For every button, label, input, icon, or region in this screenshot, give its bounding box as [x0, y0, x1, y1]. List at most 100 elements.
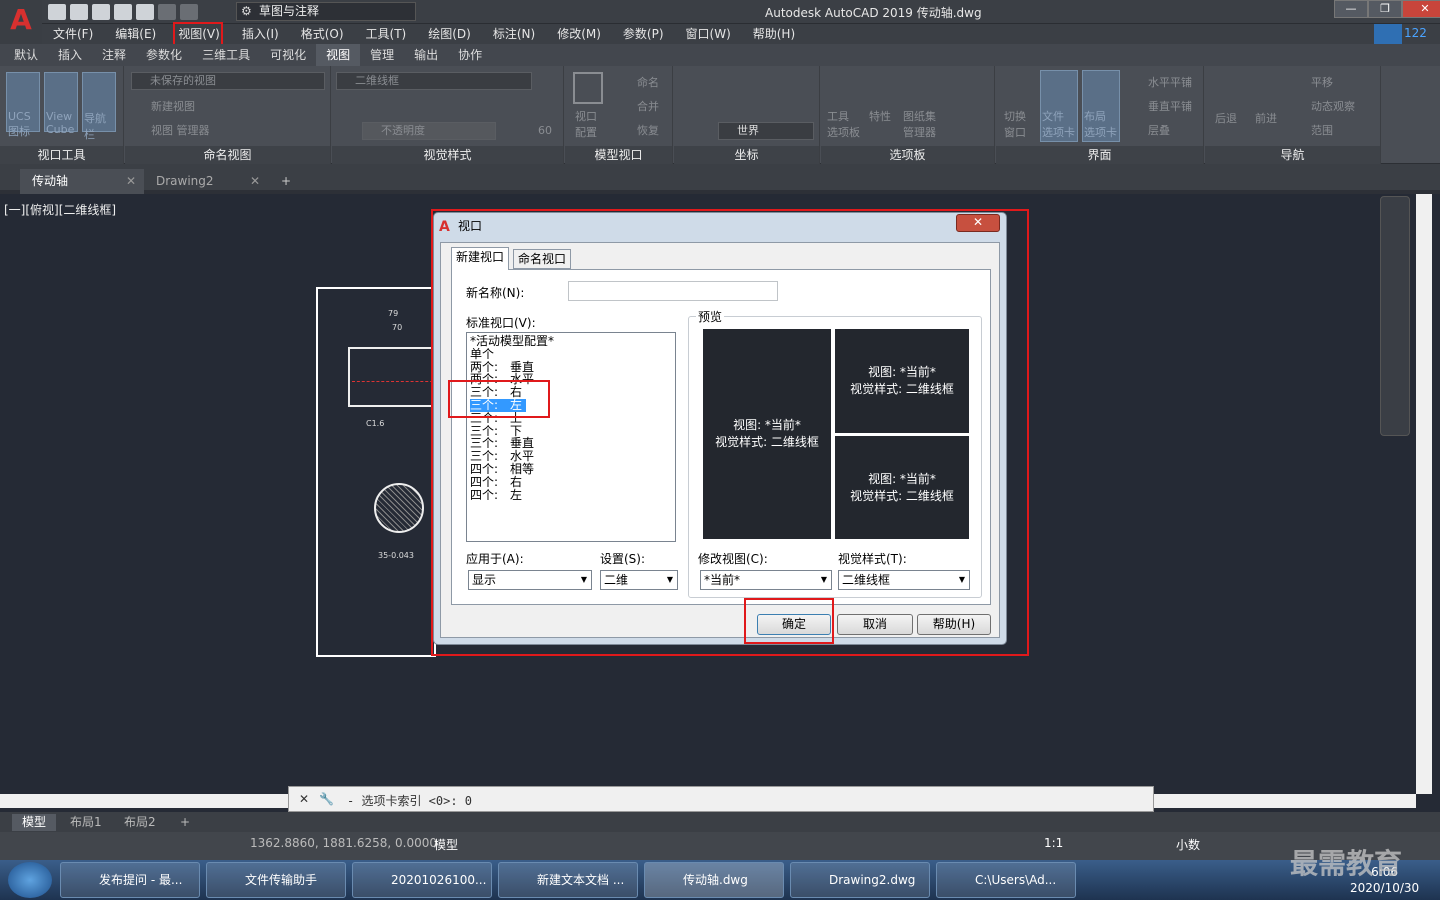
name-viewport-button[interactable]: 命名 [637, 74, 659, 90]
list-item[interactable]: 四个: 相等 [470, 463, 672, 476]
tab-collaborate[interactable]: 协作 [448, 44, 492, 66]
pan-button[interactable]: 平移 [1311, 74, 1333, 90]
back-button[interactable]: 后退 [1215, 110, 1237, 126]
apply-to-dropdown[interactable]: 显示 [468, 570, 592, 590]
add-layout-icon[interactable]: + [170, 814, 200, 831]
tab-manage[interactable]: 管理 [360, 44, 404, 66]
menu-dimension[interactable]: 标注(N) [482, 24, 546, 44]
new-name-input[interactable] [568, 281, 778, 301]
new-file-icon[interactable] [48, 4, 66, 20]
opacity-slider[interactable]: 不透明度 [362, 122, 496, 140]
tab-parametric[interactable]: 参数化 [136, 44, 192, 66]
units-dropdown[interactable]: 小数 [1176, 836, 1200, 853]
named-view-combo[interactable]: 未保存的视图 [131, 72, 325, 90]
wrench-icon[interactable]: 🔧 [319, 792, 334, 806]
doc-tab-shaft[interactable]: 传动轴 ✕ [20, 169, 144, 194]
menu-draw[interactable]: 绘图(D) [417, 24, 482, 44]
close-icon[interactable]: ✕ [250, 169, 260, 194]
print-icon[interactable] [136, 4, 154, 20]
visual-style-dropdown[interactable]: 二维线框 [838, 570, 970, 590]
minimize-icon[interactable]: — [1334, 0, 1368, 18]
task-autocad-drawing2[interactable]: Drawing2.dwg [790, 862, 930, 898]
ok-button[interactable]: 确定 [757, 614, 831, 635]
task-notepad[interactable]: 新建文本文档 ... [498, 862, 638, 898]
close-icon[interactable]: ✕ [1402, 0, 1440, 18]
menu-parametric[interactable]: 参数(P) [612, 24, 675, 44]
restore-icon[interactable]: ❐ [1368, 0, 1402, 18]
model-space-button[interactable]: 模型 [434, 836, 458, 853]
tile-horizontal-button[interactable]: 水平平铺 [1148, 74, 1192, 90]
panel-label[interactable]: 视口工具 [0, 146, 123, 164]
help-button[interactable]: 帮助(H) [917, 614, 991, 635]
menu-view[interactable]: 视图(V) [167, 24, 231, 44]
cloud-icon[interactable] [1374, 24, 1402, 44]
setup-dropdown[interactable]: 二维 [600, 570, 678, 590]
preview-pane-bottom-right[interactable]: 视图: *当前* 视觉样式: 二维线框 [834, 435, 970, 540]
forward-button[interactable]: 前进 [1255, 110, 1277, 126]
standard-viewports-list[interactable]: *活动模型配置* 单个 两个: 垂直 两个: 水平 三个: 右 三个: 左 三个… [466, 332, 676, 542]
doc-tab-drawing2[interactable]: Drawing2 ✕ [144, 169, 268, 194]
open-file-icon[interactable] [70, 4, 88, 20]
menu-help[interactable]: 帮助(H) [742, 24, 806, 44]
command-prompt[interactable]: - 选项卡索引 <0>: 0 [347, 792, 472, 809]
undo-icon[interactable] [158, 4, 176, 20]
view-manager-button[interactable]: 视图 管理器 [151, 122, 210, 138]
navigation-bar[interactable] [1380, 196, 1410, 436]
annotation-scale[interactable]: 1:1 [1044, 836, 1063, 850]
menu-tools[interactable]: 工具(T) [355, 24, 418, 44]
cancel-button[interactable]: 取消 [837, 614, 913, 635]
close-icon[interactable]: ✕ [126, 169, 136, 194]
tab-output[interactable]: 输出 [404, 44, 448, 66]
menu-file[interactable]: 文件(F) [42, 24, 104, 44]
tile-vertical-button[interactable]: 垂直平铺 [1148, 98, 1192, 114]
new-tab-icon[interactable]: + [274, 169, 298, 194]
new-view-button[interactable]: 新建视图 [151, 98, 195, 114]
tab-new-viewports[interactable]: 新建视口 [451, 247, 510, 270]
ucs-combo[interactable]: 世界 [718, 122, 814, 140]
sheetset-button[interactable]: 图纸集 管理器 [903, 108, 943, 140]
list-item[interactable]: 单个 [470, 347, 672, 361]
list-item[interactable]: *活动模型配置* [470, 335, 672, 348]
app-logo-button[interactable]: A [0, 0, 42, 44]
restore-viewport-button[interactable]: 恢复 [637, 122, 659, 138]
layout-tab-2[interactable]: 布局2 [114, 814, 166, 831]
preview-pane-left[interactable]: 视图: *当前* 视觉样式: 二维线框 [702, 328, 832, 540]
properties-button[interactable]: 特性 [869, 108, 891, 124]
task-ie[interactable]: 发布提问 - 最... [60, 862, 200, 898]
save-as-icon[interactable] [114, 4, 132, 20]
task-video[interactable]: 20201026100... [352, 862, 492, 898]
tab-view[interactable]: 视图 [316, 44, 361, 66]
cascade-button[interactable]: 层叠 [1148, 122, 1170, 138]
command-line[interactable]: ✕ 🔧 - 选项卡索引 <0>: 0 [288, 786, 1154, 812]
viewport-config-icon[interactable] [573, 72, 603, 104]
start-button[interactable] [8, 862, 52, 898]
menu-edit[interactable]: 编辑(E) [104, 24, 167, 44]
menu-insert[interactable]: 插入(I) [231, 24, 290, 44]
panel-label[interactable]: 视觉样式 [332, 146, 563, 164]
join-viewport-button[interactable]: 合并 [637, 98, 659, 114]
viewport-label[interactable]: [一][俯视][二维线框] [4, 201, 116, 218]
panel-label[interactable]: 选项板 [821, 146, 994, 164]
task-autocad-shaft[interactable]: 传动轴.dwg [644, 862, 784, 898]
tool-palettes-button[interactable]: 工具 选项板 [827, 108, 863, 140]
list-item-selected[interactable]: 三个: 左 [470, 399, 526, 412]
change-view-dropdown[interactable]: *当前* [700, 570, 832, 590]
orbit-button[interactable]: 动态观察 [1311, 98, 1355, 114]
list-item[interactable]: 四个: 左 [470, 488, 672, 502]
tab-insert[interactable]: 插入 [48, 44, 92, 66]
task-explorer[interactable]: C:\Users\Ad... [936, 862, 1076, 898]
layout-tab-model[interactable]: 模型 [12, 814, 57, 831]
menu-format[interactable]: 格式(O) [290, 24, 355, 44]
tab-visualize[interactable]: 可视化 [260, 44, 316, 66]
extents-button[interactable]: 范围 [1311, 122, 1333, 138]
switch-window-button[interactable]: 切换 窗口 [1004, 108, 1038, 140]
visual-style-combo[interactable]: 二维线框 [336, 72, 532, 90]
tab-annotate[interactable]: 注释 [92, 44, 136, 66]
list-item[interactable]: 四个: 右 [470, 475, 672, 489]
redo-icon[interactable] [180, 4, 198, 20]
dialog-close-icon[interactable]: ✕ [956, 214, 1000, 232]
preview-pane-top-right[interactable]: 视图: *当前* 视觉样式: 二维线框 [834, 328, 970, 434]
close-icon[interactable]: ✕ [299, 792, 309, 806]
tab-3d-tools[interactable]: 三维工具 [192, 44, 260, 66]
tab-default[interactable]: 默认 [4, 44, 48, 66]
